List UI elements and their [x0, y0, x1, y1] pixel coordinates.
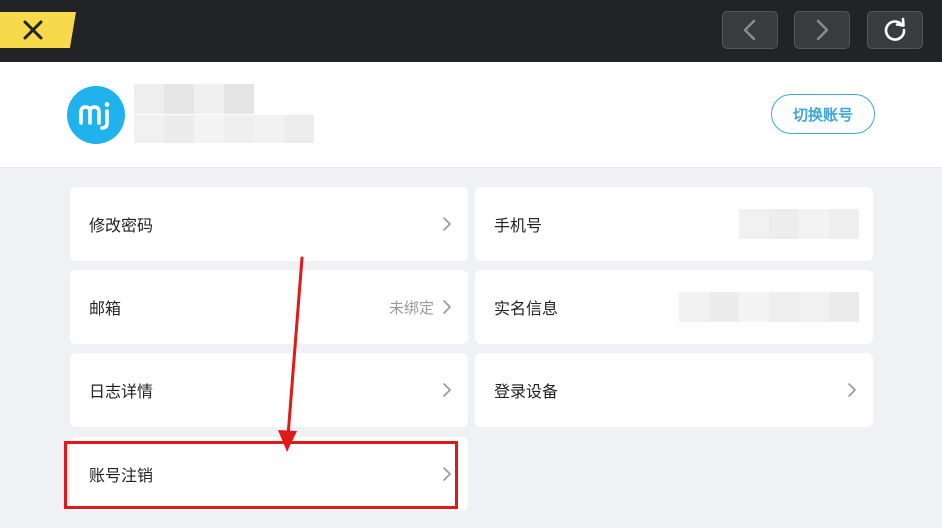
login-devices-label: 登录设备 — [494, 382, 559, 401]
close-icon — [23, 20, 43, 40]
chevron-right-icon — [442, 353, 452, 427]
user-id-redacted — [134, 115, 314, 143]
account-header: 切换账号 — [0, 62, 942, 168]
forward-button[interactable] — [794, 11, 850, 49]
back-button[interactable] — [722, 11, 778, 49]
email-status: 未绑定 — [388, 298, 434, 317]
close-button[interactable] — [0, 12, 76, 48]
real-name-value-redacted — [679, 292, 859, 322]
phone-label: 手机号 — [494, 216, 543, 235]
email-label: 邮箱 — [89, 299, 122, 318]
email-item[interactable]: 邮箱 未绑定 — [70, 270, 468, 344]
refresh-button[interactable] — [867, 11, 923, 49]
phone-item[interactable]: 手机号 — [475, 187, 873, 261]
chevron-right-icon — [847, 353, 857, 427]
mi-logo-icon — [79, 102, 110, 130]
log-details-label: 日志详情 — [89, 382, 154, 401]
real-name-item[interactable]: 实名信息 — [475, 270, 873, 344]
login-devices-item[interactable]: 登录设备 — [475, 353, 873, 427]
refresh-icon — [884, 17, 906, 41]
switch-account-button[interactable]: 切换账号 — [771, 94, 875, 134]
account-cancel-item[interactable]: 账号注销 — [70, 437, 468, 511]
chevron-left-icon — [743, 19, 756, 41]
account-cancel-label: 账号注销 — [89, 466, 154, 485]
username-redacted — [134, 84, 254, 114]
phone-value-redacted — [739, 209, 859, 239]
real-name-label: 实名信息 — [494, 299, 559, 318]
chevron-right-icon — [816, 19, 829, 41]
top-bar — [0, 0, 942, 62]
avatar — [67, 86, 125, 144]
log-details-item[interactable]: 日志详情 — [70, 353, 468, 427]
change-password-label: 修改密码 — [89, 216, 154, 235]
chevron-right-icon — [442, 270, 452, 344]
chevron-right-icon — [442, 187, 452, 261]
chevron-right-icon — [442, 437, 452, 511]
change-password-item[interactable]: 修改密码 — [70, 187, 468, 261]
